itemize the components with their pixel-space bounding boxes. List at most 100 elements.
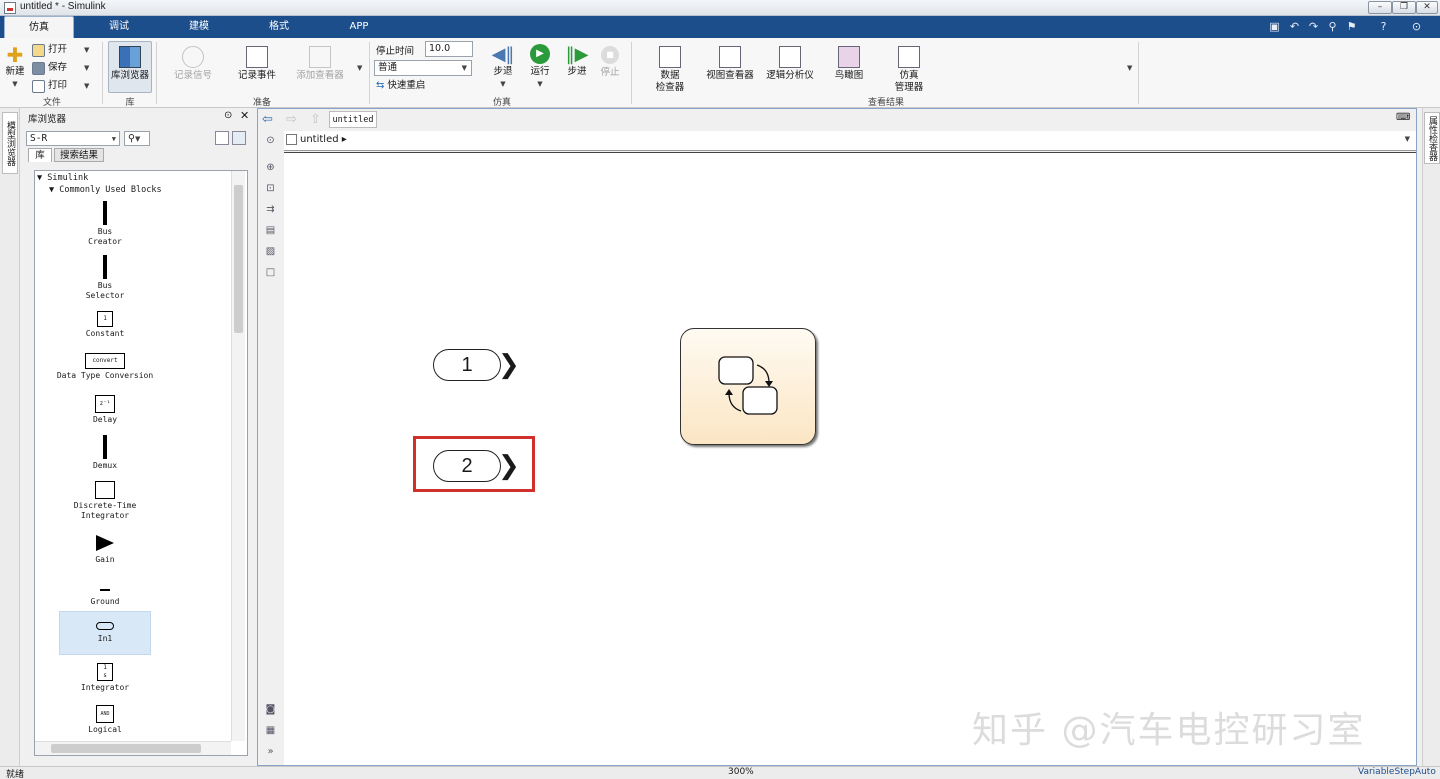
tab-search-results[interactable]: 搜索结果 [54,148,104,162]
breadcrumb[interactable]: untitled ▸ [300,134,347,145]
tab-app[interactable]: APP [326,16,392,38]
plus-icon: ✚ [6,43,24,67]
step-back-button[interactable]: ◀‖ 步退 ▼ [490,44,516,90]
stateflow-chart-block[interactable] [680,328,816,445]
logic-analyzer-button[interactable]: 逻辑分析仪 [764,46,816,82]
tab-modeling[interactable]: 建模 [166,16,232,38]
add-viewer-button[interactable]: 添加查看器 [293,46,347,82]
fit-to-view-icon[interactable]: ⊡ [264,182,277,195]
tab-format[interactable]: 格式 [246,16,312,38]
redo-icon[interactable]: ↷ [1307,20,1320,33]
search-options-button[interactable]: ⚲▼ [124,131,150,146]
property-inspector-tab[interactable]: 属性检查器 [1424,112,1440,164]
prepare-gallery-expand[interactable]: ▼ [357,64,362,72]
block-data-type-conversion[interactable]: convert Data Type Conversion [49,353,161,381]
viewer-manager-button[interactable]: 视图查看器 [704,46,756,82]
help-icon[interactable]: ? [1377,20,1390,33]
scroll-thumb[interactable] [234,185,243,333]
new-button[interactable]: ✚ 新建 ▼ [4,44,26,90]
zoom-icon[interactable]: ⊕ [264,161,277,174]
scroll-thumb[interactable] [51,744,201,753]
run-button[interactable]: ▶ 运行 ▼ [527,44,553,90]
ground-icon [100,583,110,591]
block-gain[interactable]: Gain [65,535,145,565]
data-inspector-icon [659,46,681,68]
forward-arrow-icon[interactable]: ⇨ [286,112,297,127]
block-bus-creator[interactable]: Bus Creator [65,201,145,247]
breadcrumb-dropdown[interactable]: ▼ [1405,135,1410,143]
editor-tab-untitled[interactable]: untitled [329,111,377,128]
prepare-group-label: 准备 [252,98,271,108]
community-icon[interactable]: ⚑ [1345,20,1358,33]
screenshot-icon[interactable]: ◙ [264,703,277,716]
hide-show-icon[interactable]: ⊙ [264,134,277,147]
data-inspector-button[interactable]: 数据 检查器 [650,46,690,94]
minimize-button[interactable]: – [1368,1,1392,14]
panel-menu-icon[interactable]: ⊙ [224,110,232,121]
printer-icon [32,79,45,93]
area-icon[interactable]: □ [264,266,277,279]
stop-button[interactable]: ■ 停止 [597,44,623,79]
bus-creator-icon [103,201,107,225]
log-signals-button[interactable]: 记录信号 [168,46,218,82]
expand-icon[interactable]: » [264,745,277,758]
search-icon[interactable]: ⚲ [1326,20,1339,33]
block-bus-selector[interactable]: Bus Selector [65,255,145,301]
model-browser-tab[interactable]: 模型浏览器 [2,112,18,174]
annotation-icon[interactable]: ▤ [264,224,277,237]
view-list-icon[interactable] [215,131,229,145]
print-button[interactable]: 打印 ▼ [32,78,89,94]
birds-eye-view-button[interactable]: 鸟瞰图 [830,46,868,82]
library-icon [119,46,141,68]
block-ground[interactable]: Ground [65,579,145,607]
keyboard-icon[interactable]: ⌨ [1396,112,1410,123]
save-quick-icon[interactable]: ▣ [1268,20,1281,33]
tree-node-simulink[interactable]: ▼ Simulink [37,173,88,183]
library-vertical-scrollbar[interactable] [231,171,245,741]
settings-icon[interactable]: ⊙ [1410,20,1423,33]
simulate-group-label: 仿真 [492,98,511,108]
save-button[interactable]: 保存 ▼ [32,60,89,76]
simulation-mode-select[interactable]: 普通 ▼ [374,60,472,76]
fast-restart-button[interactable]: ⇆ 快速重启 [376,78,425,94]
maximize-button[interactable]: ❐ [1392,1,1416,14]
block-discrete-time-integrator[interactable]: Discrete-Time Integrator [57,481,153,521]
block-delay[interactable]: z⁻¹ Delay [65,395,145,425]
ribbon-separator [156,42,157,104]
tree-node-commonly-used[interactable]: ▼ Commonly Used Blocks [49,185,162,195]
simulation-manager-button[interactable]: 仿真 管理器 [890,46,928,94]
route-lines-icon[interactable]: ⇉ [264,203,277,216]
tab-library[interactable]: 库 [28,148,52,162]
close-button[interactable]: ✕ [1416,1,1438,14]
back-arrow-icon[interactable]: ⇦ [262,112,273,127]
stop-time-input[interactable]: 10.0 [425,41,473,57]
inport-block-1[interactable]: 1 [433,349,501,381]
library-search-input[interactable]: S-R ▼ [26,131,120,146]
block-logical[interactable]: AND Logical [65,705,145,735]
model-data-icon[interactable]: ▦ [264,724,277,737]
block-in1-selected[interactable]: In1 [59,611,151,655]
ribbon: ✚ 新建 ▼ 打开 ▼ 保存 ▼ 打印 ▼ 文件 库浏览器 库 记录信号 记录事件 添… [0,38,1440,108]
panel-close-icon[interactable]: ✕ [240,109,249,122]
bus-selector-icon [103,255,107,279]
block-constant[interactable]: 1 Constant [65,311,145,339]
log-events-button[interactable]: 记录事件 [232,46,282,82]
library-horizontal-scrollbar[interactable] [35,741,231,755]
model-editor: ⇦ ⇨ ⇧ untitled ⌨ untitled ▸ ▼ ⊙ ⊕ ⊡ ⇉ ▤ … [257,108,1417,766]
step-forward-button[interactable]: ‖▶ 步进 [564,44,590,78]
library-browser-button[interactable]: 库浏览器 [108,41,152,93]
image-icon[interactable]: ▨ [264,245,277,258]
highlight-box [413,436,535,492]
up-arrow-icon[interactable]: ⇧ [310,112,321,127]
review-gallery-expand[interactable]: ▼ [1127,64,1132,72]
model-canvas[interactable]: 1 ❯ 2 ❯ 知乎 @汽车电控研习室 [284,152,1416,765]
view-grid-icon[interactable] [232,131,246,145]
solver-name[interactable]: VariableStepAuto [1358,767,1436,777]
block-demux[interactable]: Demux [65,435,145,471]
tab-simulation[interactable]: 仿真 [4,16,74,38]
library-group-label: 库 [125,98,135,108]
block-integrator[interactable]: 1 s Integrator [65,663,145,693]
open-button[interactable]: 打开 ▼ [32,42,89,58]
tab-debug[interactable]: 调试 [86,16,152,38]
undo-icon[interactable]: ↶ [1288,20,1301,33]
